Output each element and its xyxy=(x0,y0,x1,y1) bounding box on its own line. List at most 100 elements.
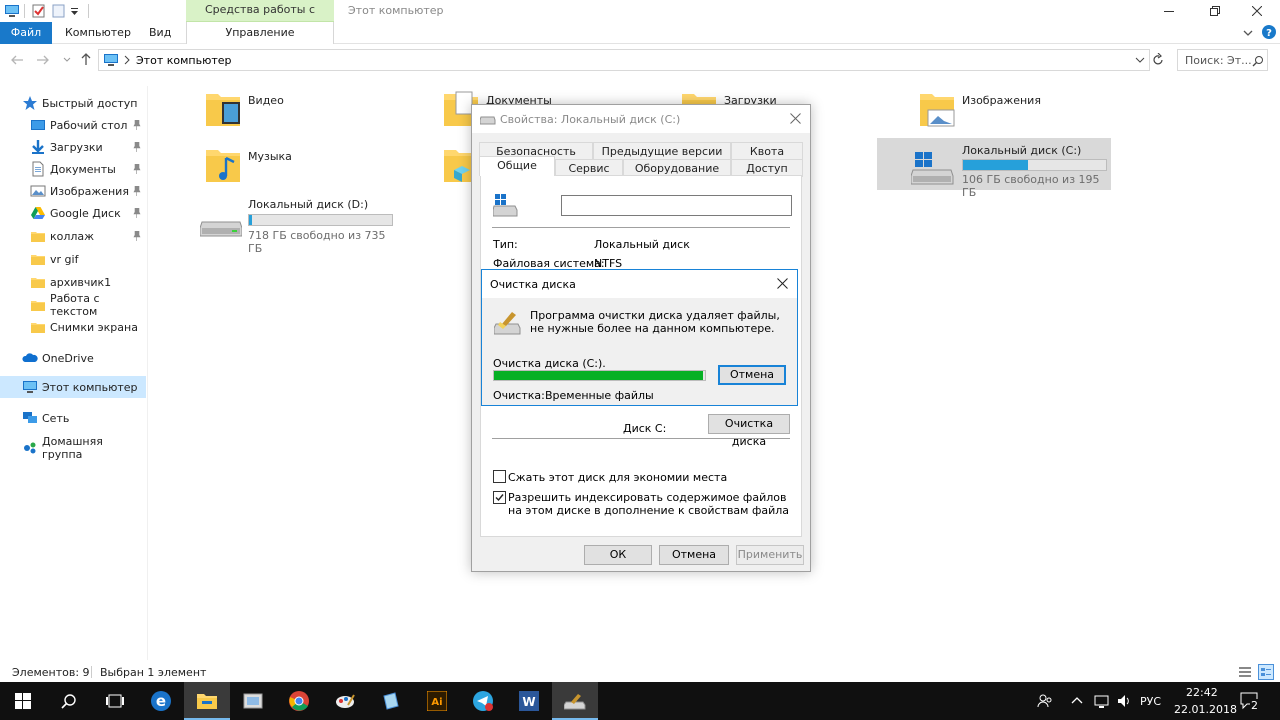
sidebar-item-google-drive[interactable]: Google Диск xyxy=(0,202,146,224)
folder-video[interactable]: Видео xyxy=(204,88,404,134)
up-arrow-icon[interactable] xyxy=(80,52,92,66)
index-checkbox[interactable] xyxy=(493,491,506,504)
dialog-close-button[interactable] xyxy=(790,113,801,124)
sidebar-item-text-work[interactable]: Работа с текстом xyxy=(0,292,146,318)
sidebar-item-vr-gif[interactable]: vr gif xyxy=(0,248,146,270)
back-arrow-icon[interactable] xyxy=(10,54,24,66)
restore-button[interactable] xyxy=(1192,0,1238,22)
tab-quota[interactable]: Квота xyxy=(731,142,803,160)
start-button[interactable] xyxy=(0,682,46,720)
tab-view[interactable]: Вид xyxy=(149,22,171,44)
sidebar-item-pictures[interactable]: Изображения xyxy=(0,180,146,202)
taskbar-word[interactable]: W xyxy=(506,682,552,720)
new-folder-icon[interactable] xyxy=(51,3,67,19)
task-view-icon xyxy=(106,694,124,708)
drive-c[interactable]: Локальный диск (C:) 106 ГБ свободно из 1… xyxy=(877,138,1111,199)
folder-pictures[interactable]: Изображения xyxy=(918,88,1098,134)
recent-chevron-icon[interactable] xyxy=(62,54,72,66)
nav-homegroup-label: Домашняя группа xyxy=(42,435,103,461)
sidebar-item-label: Рабочий стол xyxy=(50,118,128,132)
tray-expand-icon[interactable] xyxy=(1071,695,1083,705)
drive-name-input[interactable] xyxy=(561,195,792,216)
properties-icon[interactable] xyxy=(31,3,47,19)
expand-ribbon-icon[interactable] xyxy=(1242,27,1254,39)
qat-dropdown-icon[interactable] xyxy=(70,3,86,19)
sidebar-item-label: архивчик1 xyxy=(50,275,112,289)
clock-date[interactable]: 22.01.2018 xyxy=(1174,703,1237,716)
close-icon xyxy=(1252,6,1262,16)
taskbar-file-explorer[interactable] xyxy=(184,682,230,720)
sidebar-item-desktop[interactable]: Рабочий стол xyxy=(0,114,146,136)
taskbar-edge[interactable]: e xyxy=(138,682,184,720)
search-button[interactable] xyxy=(46,682,92,720)
close-icon xyxy=(777,278,788,289)
breadcrumb-separator-icon[interactable] xyxy=(123,54,131,66)
computer-icon xyxy=(23,381,37,393)
tab-previous-versions[interactable]: Предыдущие версии xyxy=(593,142,731,160)
taskbar-illustrator[interactable]: Ai xyxy=(414,682,460,720)
language-indicator[interactable]: РУС xyxy=(1140,695,1161,708)
svg-text:?: ? xyxy=(1266,28,1272,39)
address-dropdown-icon[interactable] xyxy=(1135,55,1145,65)
clock-time[interactable]: 22:42 xyxy=(1186,686,1218,699)
taskbar-app-photos[interactable] xyxy=(230,682,276,720)
ok-button[interactable]: ОК xyxy=(584,545,652,565)
drive-d[interactable]: Локальный диск (D:) 718 ГБ свободно из 7… xyxy=(200,198,400,255)
pin-icon xyxy=(133,186,141,196)
taskbar-telegram[interactable] xyxy=(460,682,506,720)
tiles-view-icon[interactable] xyxy=(1258,664,1274,680)
tab-general[interactable]: Общие xyxy=(479,156,555,176)
cancel-button[interactable]: Отмена xyxy=(659,545,729,565)
disk-cleanup-button[interactable]: Очистка диска xyxy=(708,414,790,448)
pin-icon xyxy=(133,142,141,152)
nav-this-pc[interactable]: Этот компьютер xyxy=(0,376,146,398)
details-view-icon[interactable] xyxy=(1238,665,1252,679)
breadcrumb-this-pc[interactable]: Этот компьютер xyxy=(136,54,232,67)
close-button[interactable] xyxy=(1234,0,1280,22)
nav-network[interactable]: Сеть xyxy=(0,407,146,429)
search-icon[interactable] xyxy=(1252,55,1264,67)
network-tray-icon[interactable] xyxy=(1094,693,1110,709)
people-icon[interactable] xyxy=(1037,693,1053,709)
taskbar-app-paint[interactable] xyxy=(322,682,368,720)
search-input[interactable]: Поиск: Эт... xyxy=(1177,49,1268,71)
folder-icon xyxy=(31,278,45,288)
svg-text:Ai: Ai xyxy=(431,697,442,708)
nav-onedrive[interactable]: OneDrive xyxy=(0,347,146,369)
search-placeholder: Поиск: Эт... xyxy=(1185,54,1252,67)
nav-homegroup[interactable]: Домашняя группа xyxy=(0,435,146,461)
refresh-icon[interactable] xyxy=(1152,53,1164,67)
folder-icon xyxy=(31,301,45,311)
taskbar-chrome[interactable] xyxy=(276,682,322,720)
task-view-button[interactable] xyxy=(92,682,138,720)
address-bar[interactable]: Этот компьютер xyxy=(98,49,1150,71)
sidebar-item-downloads[interactable]: Загрузки xyxy=(0,136,146,158)
forward-arrow-icon[interactable] xyxy=(36,54,50,66)
volume-icon[interactable] xyxy=(1116,693,1132,709)
index-label: Разрешить индексировать содержимое файло… xyxy=(508,491,790,517)
sidebar-item-screenshots[interactable]: Снимки экрана xyxy=(0,316,146,338)
taskbar-app-notes[interactable] xyxy=(368,682,414,720)
taskbar-disk-cleanup[interactable] xyxy=(552,682,598,720)
tab-manage[interactable]: Управление xyxy=(186,22,334,44)
help-icon[interactable]: ? xyxy=(1262,25,1276,39)
tab-computer[interactable]: Компьютер xyxy=(65,22,131,44)
tab-file[interactable]: Файл xyxy=(0,22,52,44)
separator xyxy=(24,4,25,18)
cleanup-cancel-button[interactable]: Отмена xyxy=(718,365,786,385)
download-arrow-icon xyxy=(32,140,44,154)
navigation-pane: Быстрый доступ Рабочий стол Загрузки Док… xyxy=(0,86,148,660)
nav-quick-access[interactable]: Быстрый доступ xyxy=(0,92,146,114)
dialog-close-button[interactable] xyxy=(777,278,788,289)
folder-music[interactable]: Музыка xyxy=(204,144,404,190)
ribbon-tabs: Файл Компьютер Вид Управление ? xyxy=(0,22,1280,44)
nav-this-pc-label: Этот компьютер xyxy=(42,380,138,394)
compress-checkbox[interactable] xyxy=(493,470,506,483)
sidebar-item-label: Изображения xyxy=(50,184,129,198)
minimize-button[interactable] xyxy=(1146,0,1192,22)
sidebar-item-label: коллаж xyxy=(50,229,95,243)
sidebar-item-collage[interactable]: коллаж xyxy=(0,225,146,247)
apply-button[interactable]: Применить xyxy=(736,545,804,565)
sidebar-item-archive[interactable]: архивчик1 xyxy=(0,271,146,293)
sidebar-item-documents[interactable]: Документы xyxy=(0,158,146,180)
